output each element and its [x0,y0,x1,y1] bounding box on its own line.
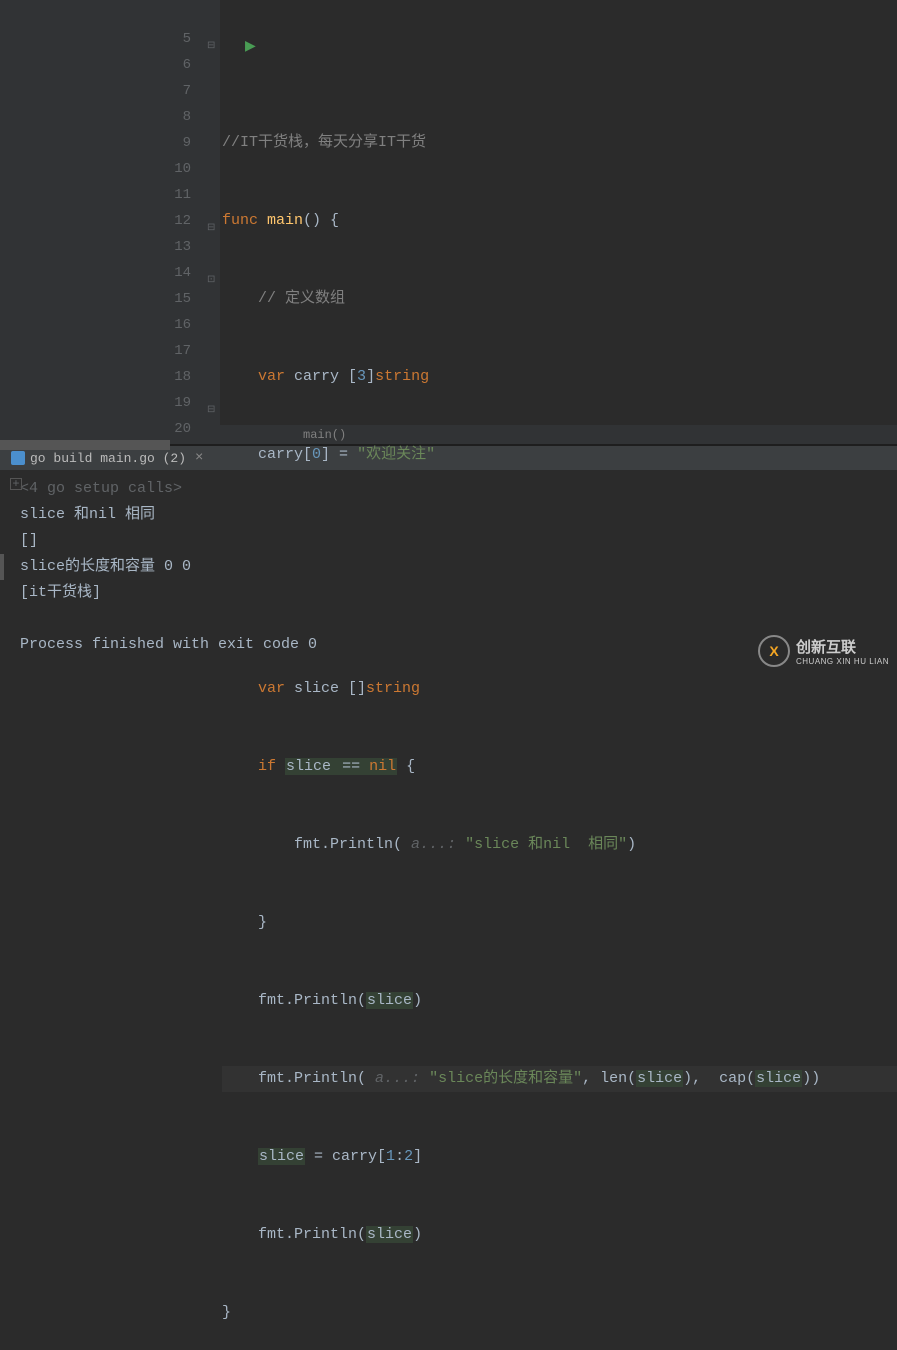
fold-marker-icon[interactable]: ⊡ [207,274,215,286]
line-number[interactable]: 19 [10,390,191,416]
console-line: slice的长度和容量 0 0 [20,554,892,580]
line-number[interactable]: 7 [10,78,191,104]
console-setup-line[interactable]: <4 go setup calls> [20,476,892,502]
logo-subtext: CHUANG XIN HU LIAN [796,657,889,666]
line-number[interactable]: 20 [10,416,191,442]
breadcrumb-item[interactable]: main() [303,428,346,442]
line-number[interactable]: 16 [10,312,191,338]
console-line: [it干货栈] [20,580,892,606]
param-hint: a...: [402,836,456,853]
expand-icon[interactable]: + [10,478,22,490]
run-tab[interactable]: go build main.go (2) × [5,448,209,468]
logo-icon: X [758,635,790,667]
fold-marker-icon[interactable]: ⊟ [207,40,215,52]
left-margin [0,0,10,425]
fold-marker-icon[interactable]: ⊟ [207,222,215,234]
comment-text: //IT干货栈，每天分享IT干货 [222,134,426,151]
editor-area: 5 6 7 8 9 10 11 12 13 14 15 16 17 18 19 … [0,0,897,425]
param-hint: a...: [366,1070,420,1087]
horizontal-scrollbar[interactable] [0,440,170,450]
side-marker-icon [0,554,4,580]
line-number[interactable] [10,0,191,26]
comment-text: // 定义数组 [258,290,345,307]
run-tab-label: go build main.go (2) [30,451,186,466]
console-line: slice 和nil 相同 [20,502,892,528]
line-number[interactable]: 14 [10,260,191,286]
watermark-logo: X 创新互联 CHUANG XIN HU LIAN [758,635,889,667]
go-icon [11,451,25,465]
line-number[interactable]: 9 [10,130,191,156]
line-number[interactable]: 8 [10,104,191,130]
fold-column: ⊟ ⊟ ⊡ ⊟ [205,0,220,425]
run-gutter-icon[interactable]: ▶ [245,38,256,55]
keyword: func [222,212,258,229]
line-number[interactable]: 10 [10,156,191,182]
line-number[interactable]: 11 [10,182,191,208]
play-icon: ▶ [245,39,256,55]
line-number[interactable]: 17 [10,338,191,364]
line-number[interactable]: 12 [10,208,191,234]
console-line: [] [20,528,892,554]
logo-text: 创新互联 [796,636,889,657]
line-number[interactable]: 18 [10,364,191,390]
function-name: main [267,212,303,229]
code-area[interactable]: //IT干货栈，每天分享IT干货 func main() { // 定义数组 v… [220,0,897,425]
line-number[interactable]: 13 [10,234,191,260]
gutter: 5 6 7 8 9 10 11 12 13 14 15 16 17 18 19 … [10,0,205,425]
close-icon[interactable]: × [195,450,203,466]
line-number[interactable]: 15 [10,286,191,312]
fold-marker-icon[interactable]: ⊟ [207,404,215,416]
line-number[interactable]: 6 [10,52,191,78]
line-number[interactable]: 5 [10,26,191,52]
